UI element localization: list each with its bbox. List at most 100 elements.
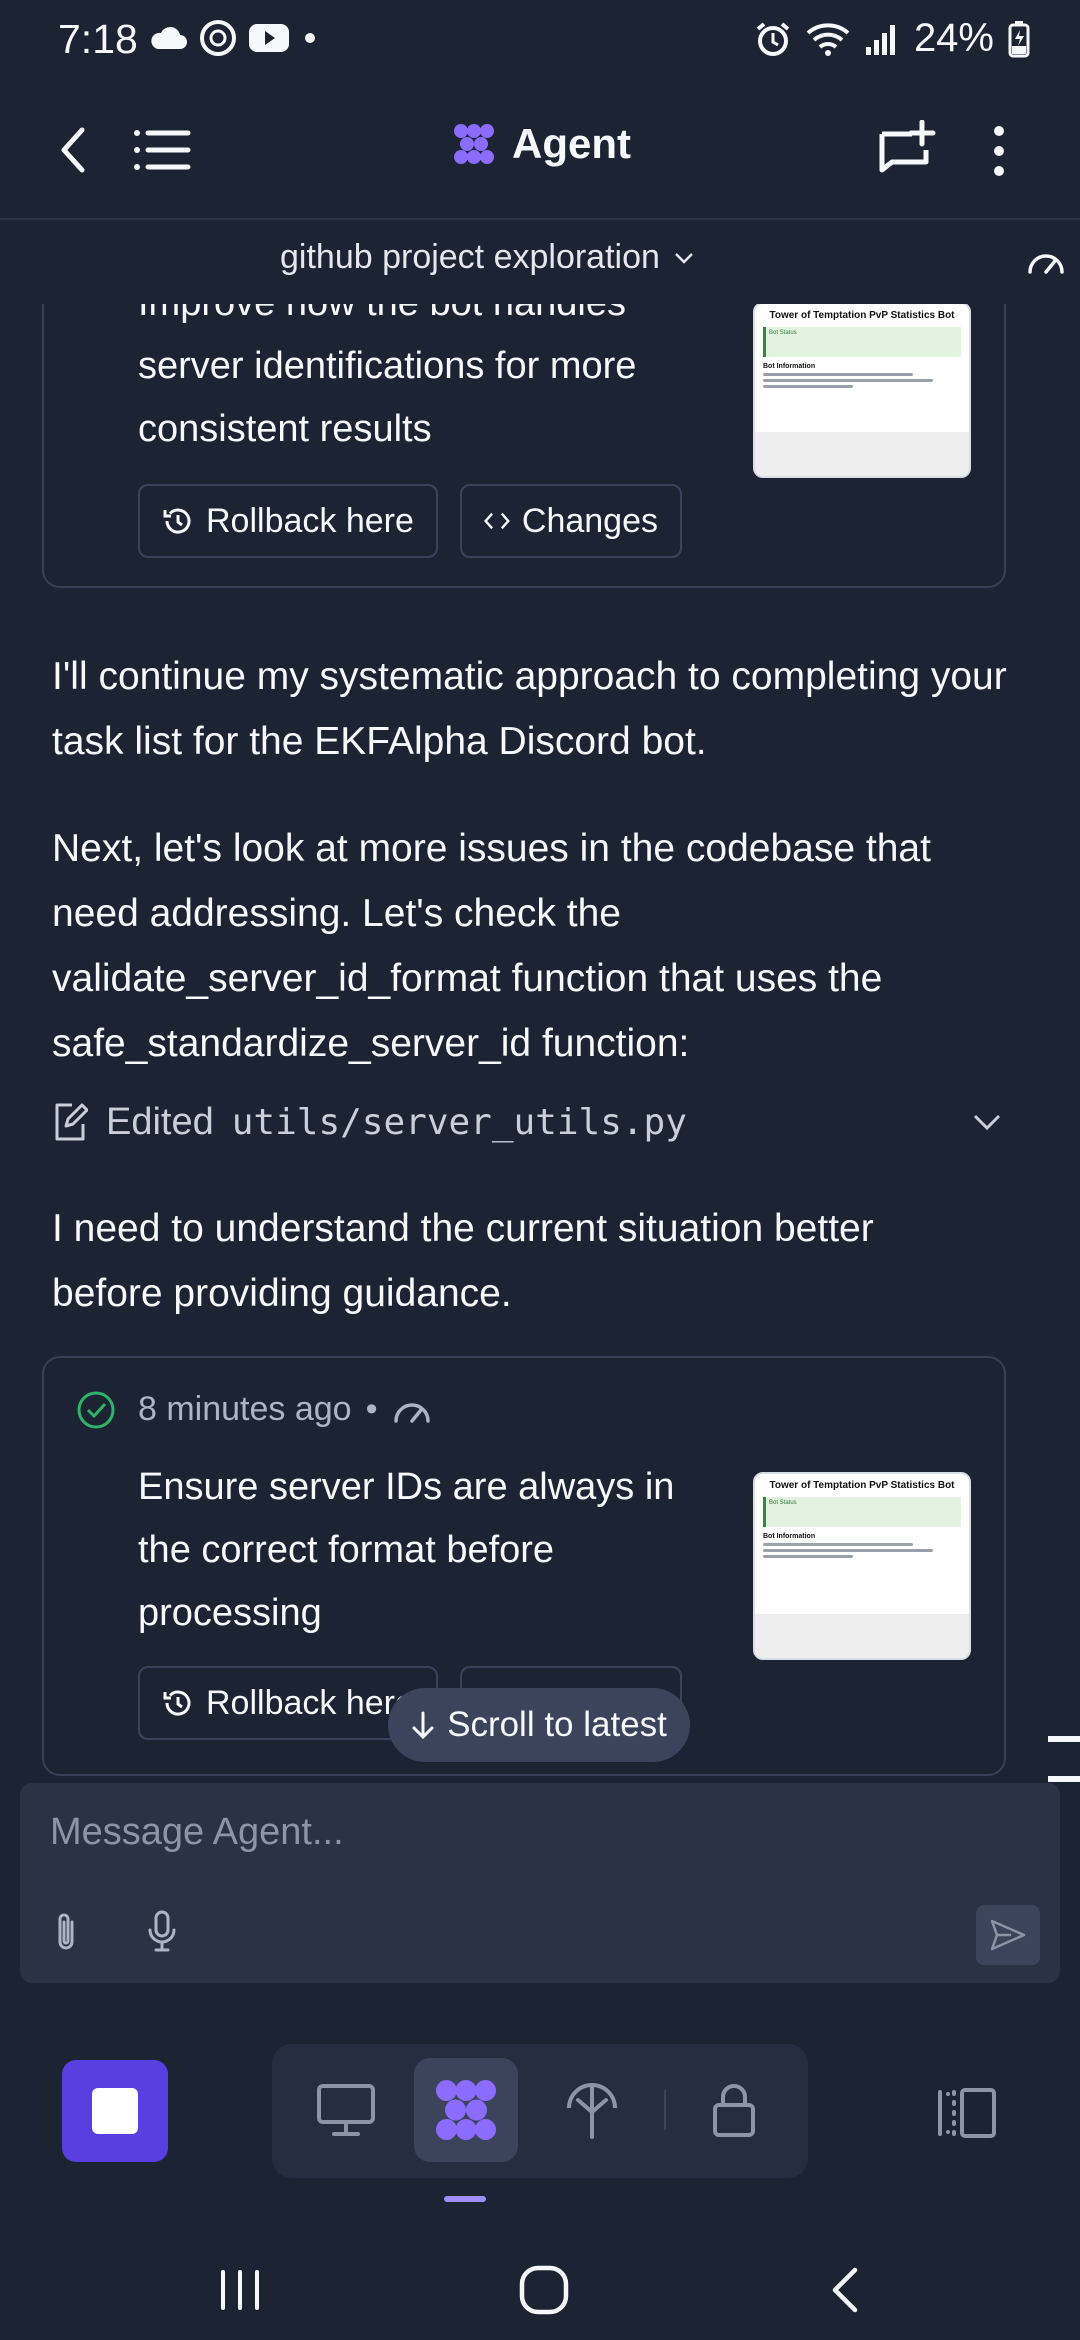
home-button[interactable] [514, 2260, 574, 2320]
recents-button[interactable] [210, 2262, 270, 2318]
checkpoint-time: 8 minutes ago [138, 1390, 352, 1428]
edit-file-icon [55, 1103, 88, 1141]
list-icon [134, 130, 191, 170]
tool-network[interactable] [540, 2058, 644, 2162]
system-nav-bar [0, 2220, 1080, 2340]
new-chat-button[interactable] [874, 118, 940, 184]
scroll-to-latest-button[interactable]: Scroll to latest [388, 1688, 690, 1762]
gauge-icon [393, 1402, 430, 1423]
project-selector[interactable]: github project exploration [280, 238, 694, 277]
alarm-icon [756, 21, 790, 56]
stop-button[interactable] [62, 2060, 168, 2162]
rollback-label: Rollback here [206, 1683, 414, 1722]
checkpoint-line: processing [138, 1592, 322, 1634]
thumbnail-line [763, 1543, 913, 1546]
edited-prefix: Edited [106, 1100, 214, 1143]
thumbnail-status-heading: Bot Status [769, 330, 797, 336]
recents-icon [221, 2270, 259, 2310]
battery-percent: 24% [913, 16, 994, 60]
send-button[interactable] [976, 1905, 1040, 1965]
home-icon [519, 2265, 569, 2315]
paperclip-icon [58, 1913, 74, 1950]
thumbnail-info-heading: Bot Information [763, 363, 816, 370]
agent-icon [436, 2080, 496, 2140]
youtube-icon [249, 24, 289, 52]
attach-button[interactable] [46, 1907, 86, 1957]
checkpoint-text: Ensure server IDs are always in the corr… [138, 1456, 718, 1645]
tool-lock[interactable] [682, 2058, 786, 2162]
system-back-button[interactable] [820, 2262, 870, 2318]
rollback-label: Rollback here [206, 501, 414, 540]
thumbnail-status-heading: Bot Status [769, 1500, 797, 1506]
message-line: validate_server_id_format function that … [52, 957, 883, 1000]
thumbnail-title: Tower of Temptation PvP Statistics Bot [769, 1480, 955, 1491]
microphone-icon [148, 1910, 176, 1952]
agent-message: I'll continue my systematic approach to … [52, 655, 1007, 763]
thumbnail-line [763, 379, 933, 382]
scroll-to-latest-label: Scroll to latest [447, 1705, 667, 1744]
checkpoint-line: Improve how the bot handles [138, 304, 718, 335]
new-chat-icon [879, 120, 936, 173]
checkpoint-thumbnail[interactable]: Tower of Temptation PvP Statistics Bot B… [753, 304, 971, 478]
agent-message: I need to understand the current situati… [52, 1196, 1032, 1326]
thumbnail-line [763, 373, 913, 376]
checkpoint-thumbnail[interactable]: Tower of Temptation PvP Statistics Bot B… [753, 1472, 971, 1660]
code-icon [484, 512, 510, 530]
split-view-icon [938, 2088, 996, 2138]
edited-file-row[interactable]: Edited utils/server_utils.py [52, 1094, 1002, 1150]
thumbnail-info-heading: Bot Information [763, 1533, 816, 1540]
history-icon [163, 508, 191, 534]
changes-button[interactable]: Changes [460, 484, 682, 558]
chevron-down-icon [675, 252, 693, 264]
tool-monitor[interactable] [294, 2058, 398, 2162]
checkpoint-meta: 8 minutes ago • [138, 1390, 432, 1429]
signal-icon [865, 24, 895, 55]
checkpoint-line: Ensure server IDs are always in [138, 1466, 675, 1508]
rollback-button[interactable]: Rollback here [138, 484, 438, 558]
changes-label: Changes [521, 501, 658, 540]
arrow-down-icon [412, 1711, 434, 1740]
chat-scroll-area[interactable]: Improve how the bot handles server ident… [0, 304, 1080, 1780]
monitor-icon [317, 2084, 375, 2136]
split-view-button[interactable] [930, 2080, 1002, 2146]
message-line: before providing guidance. [52, 1272, 512, 1315]
cloud-icon [151, 26, 187, 49]
message-line: safe_standardize_server_id function: [52, 1022, 690, 1065]
message-input[interactable] [50, 1811, 950, 1854]
checkpoint-text: Improve how the bot handles server ident… [138, 304, 718, 461]
thumbnail-footer [755, 432, 969, 476]
thumbnail-footer [755, 1614, 969, 1658]
back-arrow-icon [61, 127, 85, 173]
header-title-text: Agent [512, 120, 631, 167]
meta-separator: • [365, 1390, 378, 1428]
message-line: I need to understand the current situati… [52, 1207, 874, 1250]
check-circle-icon [76, 1390, 116, 1435]
scroll-indicator[interactable] [1048, 1776, 1080, 1782]
back-icon [832, 2267, 858, 2313]
gauge-button[interactable] [1026, 244, 1066, 278]
status-bar: 7:18 24% [0, 0, 1080, 84]
tool-agent[interactable] [414, 2058, 518, 2162]
checkpoint-line: server identifications for more [138, 345, 637, 387]
chevron-down-icon [973, 1114, 1001, 1131]
more-button[interactable] [984, 118, 1014, 184]
agent-logo-icon [454, 124, 494, 164]
send-icon [990, 1919, 1026, 1951]
dot-icon [305, 33, 315, 43]
wifi-icon [806, 22, 850, 56]
message-line: need addressing. Let's check the [52, 892, 621, 935]
status-left-icons [148, 18, 320, 58]
scroll-indicator[interactable] [1048, 1736, 1080, 1742]
back-button[interactable] [48, 120, 98, 180]
more-vertical-icon [994, 126, 1004, 176]
history-icon [163, 1690, 191, 1716]
status-time: 7:18 [58, 16, 138, 62]
list-button[interactable] [130, 120, 194, 180]
voice-button[interactable] [142, 1907, 182, 1957]
threads-icon [200, 20, 236, 56]
checkpoint-line: consistent results [138, 408, 432, 450]
thumbnail-title: Tower of Temptation PvP Statistics Bot [769, 310, 955, 321]
tool-divider [664, 2090, 666, 2130]
header-title: Agent [452, 120, 631, 168]
agent-message: Next, let's look at more issues in the c… [52, 816, 1042, 1076]
